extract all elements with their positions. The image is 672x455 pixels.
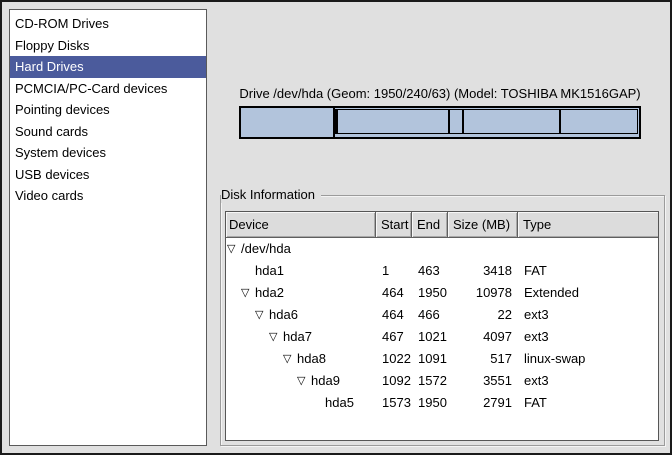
partition-segment-hda2 [335,108,639,137]
end-cell: 1950 [412,392,448,414]
start-cell: 1573 [376,392,412,414]
tree-indent [226,359,283,360]
start-cell: 464 [376,304,412,326]
tree-indent [226,315,255,316]
sidebar-item-hard-drives[interactable]: Hard Drives [10,56,206,78]
device-category-list: CD-ROM DrivesFloppy DisksHard DrivesPCMC… [9,9,207,446]
device-cell: hda1 [226,260,376,282]
device-name: hda8 [297,348,326,370]
extended-partition-box [335,109,638,134]
sidebar-item-pcmcia-pc-card-devices[interactable]: PCMCIA/PC-Card devices [10,78,206,100]
end-cell: 463 [412,260,448,282]
end-cell [412,238,448,260]
table-row-hda2[interactable]: ▽hda2464195010978Extended [226,282,658,304]
sidebar-item-sound-cards[interactable]: Sound cards [10,121,206,143]
column-header-size-mb-[interactable]: Size (MB) [448,212,518,238]
start-cell [376,238,412,260]
disk-information-groupbox: Disk Information DeviceStartEndSize (MB)… [220,195,665,446]
sidebar-item-video-cards[interactable]: Video cards [10,185,206,207]
expander-open-icon[interactable]: ▽ [255,304,269,326]
column-header-device[interactable]: Device [226,212,376,238]
type-cell [518,238,658,260]
start-cell: 464 [376,282,412,304]
sidebar-item-pointing-devices[interactable]: Pointing devices [10,99,206,121]
partition-segment-hda5 [561,110,637,133]
tree-indent [226,337,269,338]
size-cell: 517 [448,348,518,370]
disk-information-label: Disk Information [221,187,321,203]
type-cell: ext3 [518,304,658,326]
device-cell: ▽hda2 [226,282,376,304]
table-row-hda6[interactable]: ▽hda646446622ext3 [226,304,658,326]
sidebar-item-system-devices[interactable]: System devices [10,142,206,164]
device-name: hda6 [269,304,298,326]
column-header-type[interactable]: Type [518,212,658,238]
end-cell: 1572 [412,370,448,392]
device-cell: ▽hda6 [226,304,376,326]
start-cell: 1022 [376,348,412,370]
device-cell: hda5 [226,392,376,414]
start-cell: 1 [376,260,412,282]
size-cell: 10978 [448,282,518,304]
device-name: /dev/hda [241,238,291,260]
type-cell: ext3 [518,370,658,392]
expander-open-icon[interactable]: ▽ [283,348,297,370]
partition-table-header: DeviceStartEndSize (MB)Type [226,212,658,238]
device-name: hda9 [311,370,340,392]
type-cell: FAT [518,260,658,282]
expander-open-icon[interactable]: ▽ [269,326,283,348]
partition-table-body: ▽/dev/hdahda114633418FAT▽hda246419501097… [226,238,658,414]
end-cell: 1950 [412,282,448,304]
size-cell: 4097 [448,326,518,348]
hardware-browser-window: CD-ROM DrivesFloppy DisksHard DrivesPCMC… [0,0,672,455]
column-header-end[interactable]: End [412,212,448,238]
tree-indent [226,271,241,272]
device-cell: ▽hda9 [226,370,376,392]
start-cell: 467 [376,326,412,348]
end-cell: 1091 [412,348,448,370]
column-header-start[interactable]: Start [376,212,412,238]
partition-segment-hda7 [338,110,450,133]
size-cell: 3418 [448,260,518,282]
expander-open-icon[interactable]: ▽ [241,282,255,304]
device-name: hda1 [255,260,284,282]
sidebar-item-usb-devices[interactable]: USB devices [10,164,206,186]
tree-indent [226,293,241,294]
size-cell: 22 [448,304,518,326]
partition-segment-hda9 [464,110,561,133]
size-cell: 3551 [448,370,518,392]
table-row-hda7[interactable]: ▽hda746710214097ext3 [226,326,658,348]
start-cell: 1092 [376,370,412,392]
device-name: hda7 [283,326,312,348]
drive-geometry-title: Drive /dev/hda (Geom: 1950/240/63) (Mode… [239,86,641,101]
expander-open-icon[interactable]: ▽ [227,238,241,260]
partition-table: DeviceStartEndSize (MB)Type ▽/dev/hdahda… [225,211,659,441]
partition-segment-hda8 [450,110,464,133]
table-row-hda1[interactable]: hda1 14633418FAT [226,260,658,282]
type-cell: FAT [518,392,658,414]
sidebar-item-floppy-disks[interactable]: Floppy Disks [10,35,206,57]
table-row-hda5[interactable]: hda5 157319502791FAT [226,392,658,414]
size-cell [448,238,518,260]
sidebar-item-cd-rom-drives[interactable]: CD-ROM Drives [10,13,206,35]
device-cell: ▽hda7 [226,326,376,348]
partition-layout-bar [239,106,641,139]
table-row-hda9[interactable]: ▽hda9109215723551ext3 [226,370,658,392]
size-cell: 2791 [448,392,518,414]
device-cell: ▽hda8 [226,348,376,370]
tree-indent [226,403,311,404]
type-cell: linux-swap [518,348,658,370]
tree-indent [226,381,297,382]
device-name: hda5 [325,392,354,414]
type-cell: ext3 [518,326,658,348]
table-row--dev-hda[interactable]: ▽/dev/hda [226,238,658,260]
table-row-hda8[interactable]: ▽hda810221091517linux-swap [226,348,658,370]
partition-segment-hda1 [241,108,335,137]
end-cell: 466 [412,304,448,326]
end-cell: 1021 [412,326,448,348]
type-cell: Extended [518,282,658,304]
expander-open-icon[interactable]: ▽ [297,370,311,392]
device-cell: ▽/dev/hda [226,238,376,260]
device-name: hda2 [255,282,284,304]
